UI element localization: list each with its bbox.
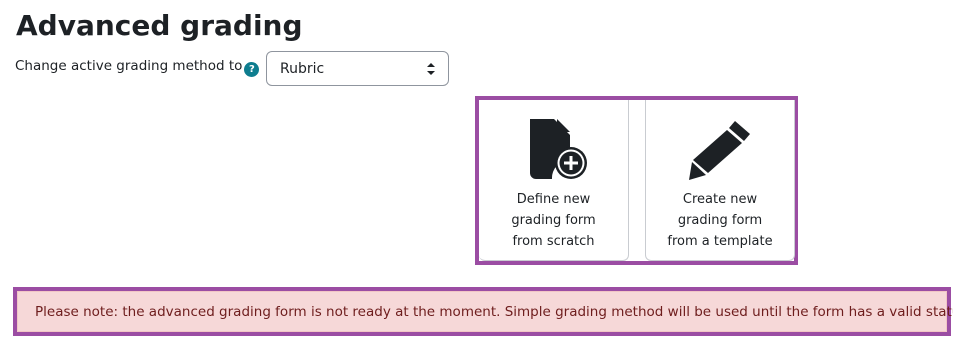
grading-method-label: Change active grading method to [15,58,243,74]
status-notice-text: Please note: the advanced grading form i… [17,291,953,332]
grading-method-selected-value: Rubric [280,60,325,77]
select-caret-icon [427,63,435,75]
new-form-actions: Define new grading form from scratch Cre… [475,96,798,265]
page-title: Advanced grading [16,9,303,42]
define-from-scratch-button[interactable]: Define new grading form from scratch [479,100,629,261]
pencil-icon [689,121,750,180]
grading-method-row: Change active grading method to ? Rubric [15,51,449,87]
grading-method-select[interactable]: Rubric [266,51,449,86]
create-from-template-label: Create new grading form from a template [667,192,773,249]
define-from-scratch-label: Define new grading form from scratch [511,192,596,249]
create-from-template-button[interactable]: Create new grading form from a template [645,100,795,261]
status-notice: Please note: the advanced grading form i… [13,287,953,336]
file-plus-icon [529,119,587,179]
question-circle-icon[interactable]: ? [244,61,260,77]
